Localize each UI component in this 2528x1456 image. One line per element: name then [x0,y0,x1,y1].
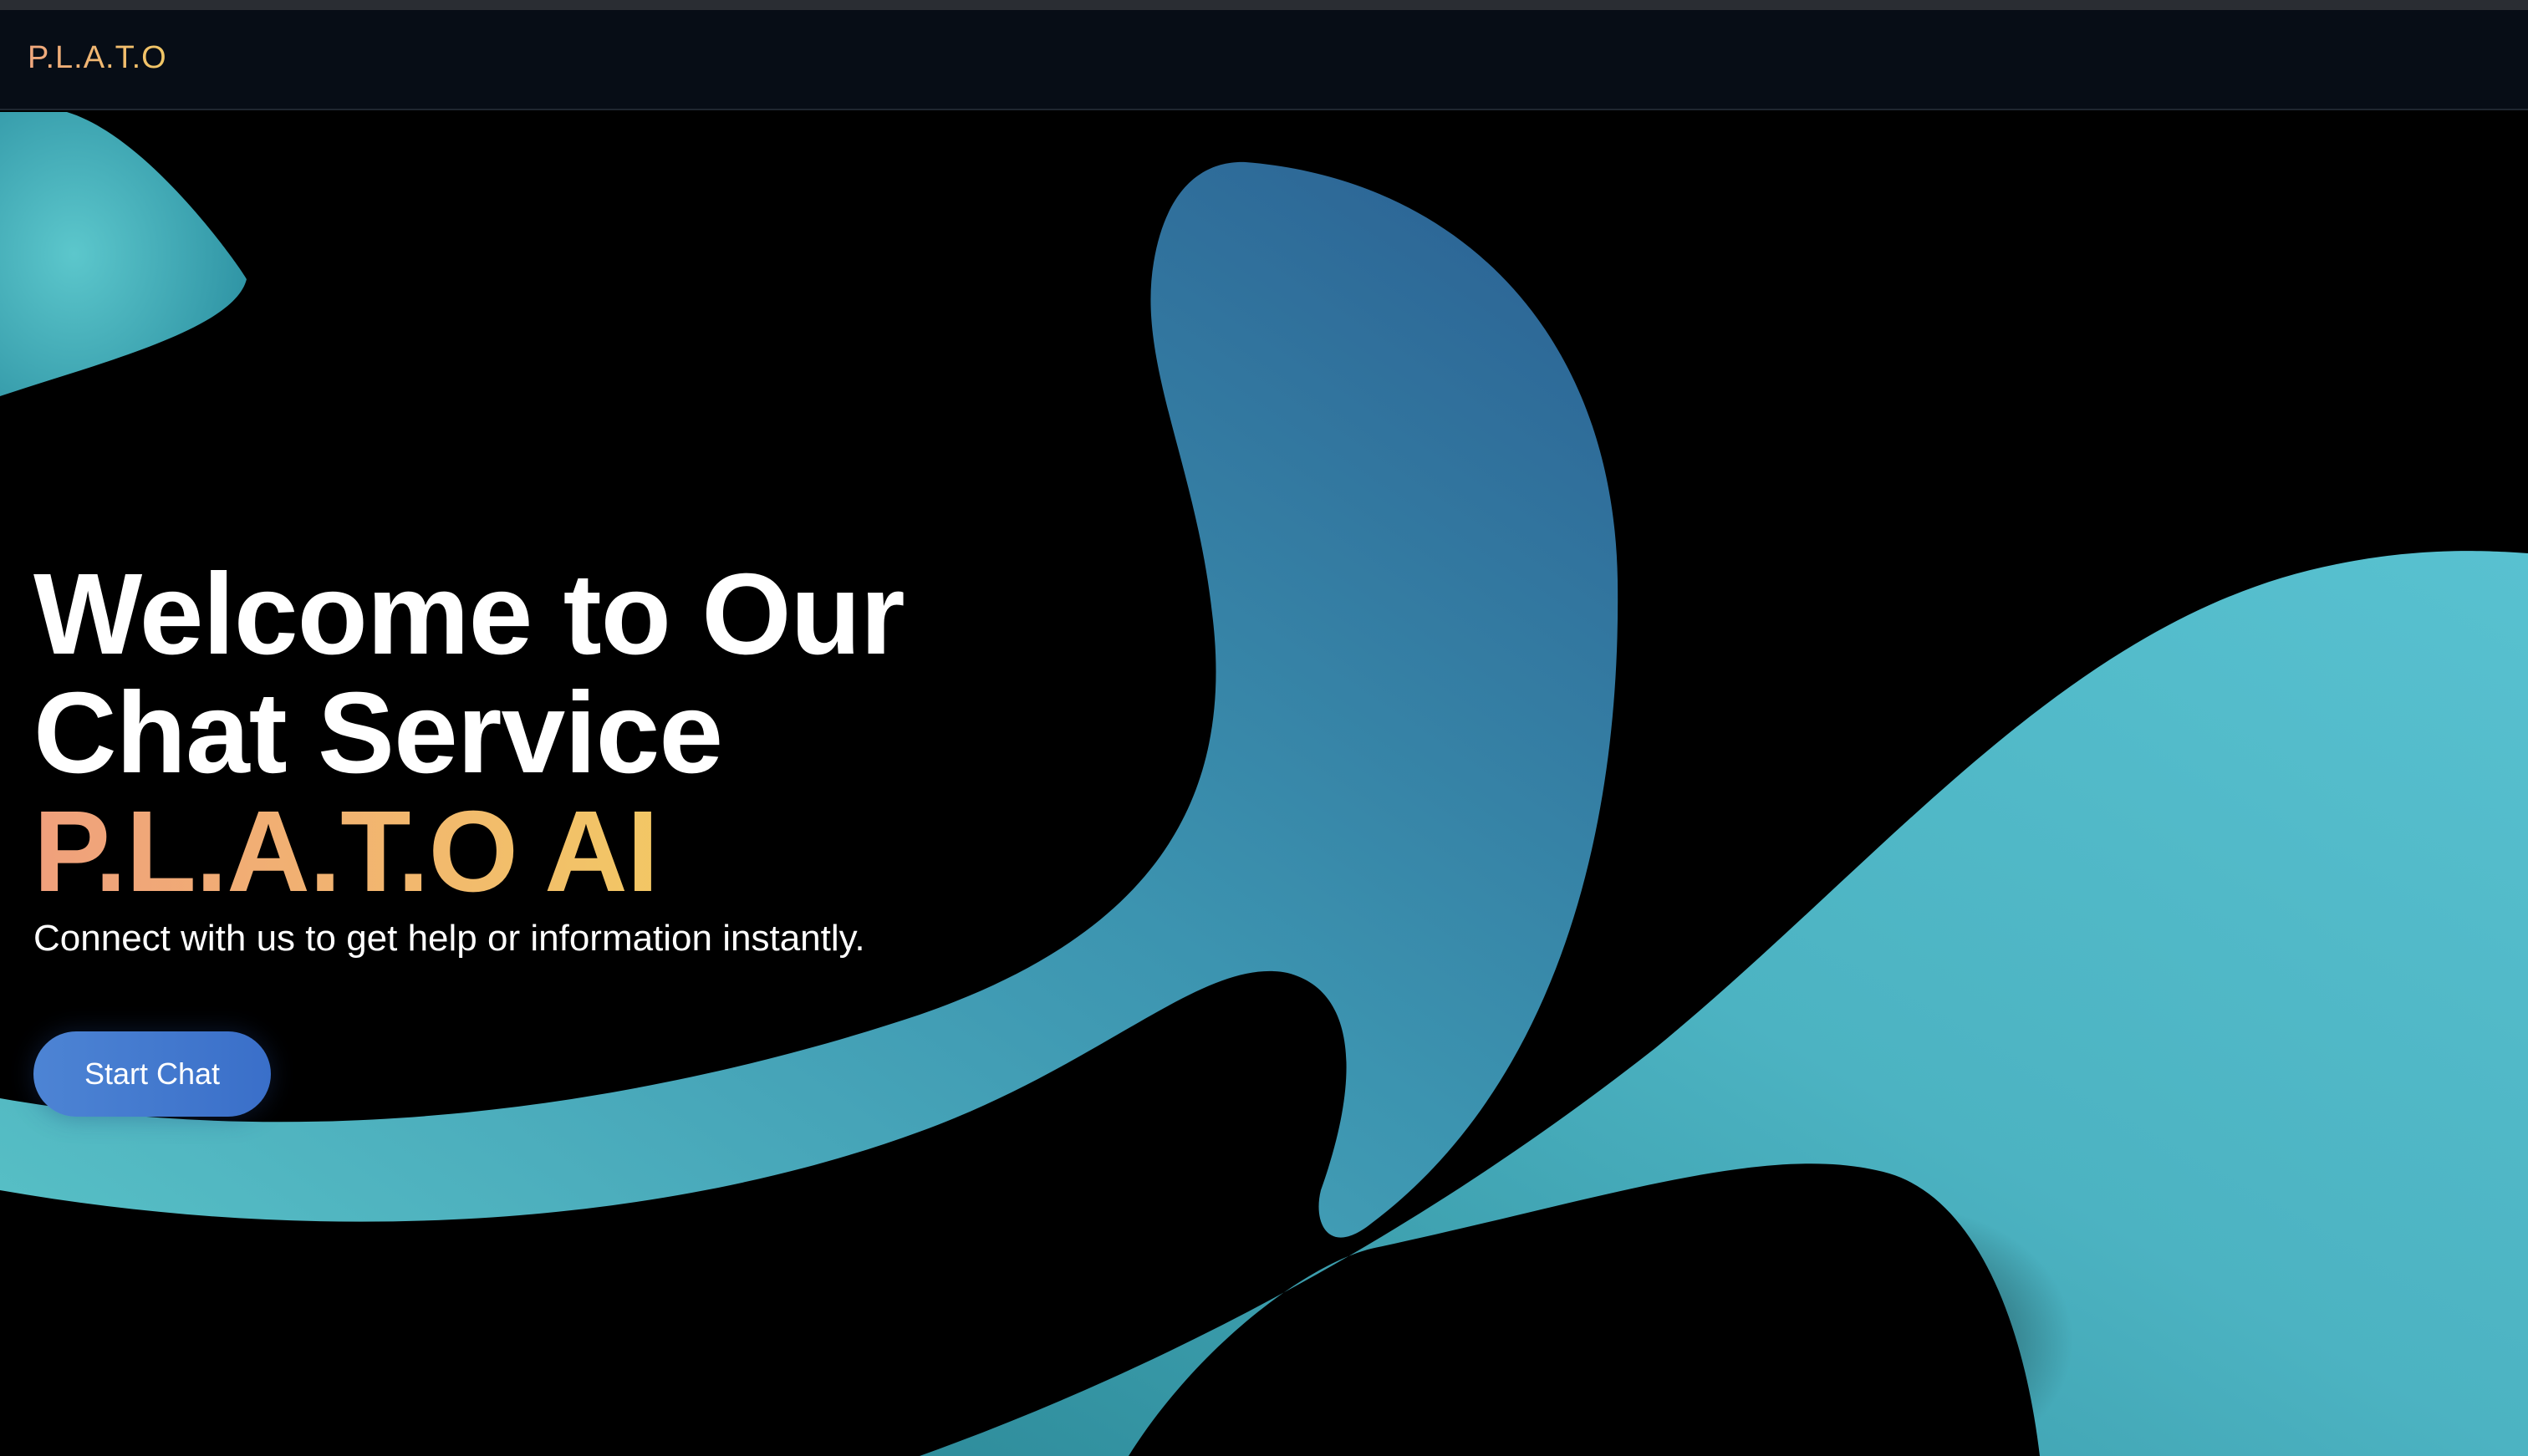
start-chat-button[interactable]: Start Chat [33,1031,271,1117]
headline-line-2: Chat Service [33,669,723,797]
hero-subtitle: Connect with us to get help or informati… [33,918,865,959]
hero-section: Welcome to Our Chat Service P.L.A.T.O AI… [0,112,2528,1456]
headline-line-1: Welcome to Our [33,550,905,679]
hero-text-block: Welcome to Our Chat Service P.L.A.T.O AI… [33,555,1037,1117]
hero-headline: Welcome to Our Chat Service P.L.A.T.O AI [33,555,1037,911]
top-left-blob-shape [0,112,247,396]
brand-logo-link[interactable]: P.L.A.T.O [28,40,167,76]
headline-accent-product-name: P.L.A.T.O AI [33,792,1037,911]
top-navbar: P.L.A.T.O [0,10,2528,110]
